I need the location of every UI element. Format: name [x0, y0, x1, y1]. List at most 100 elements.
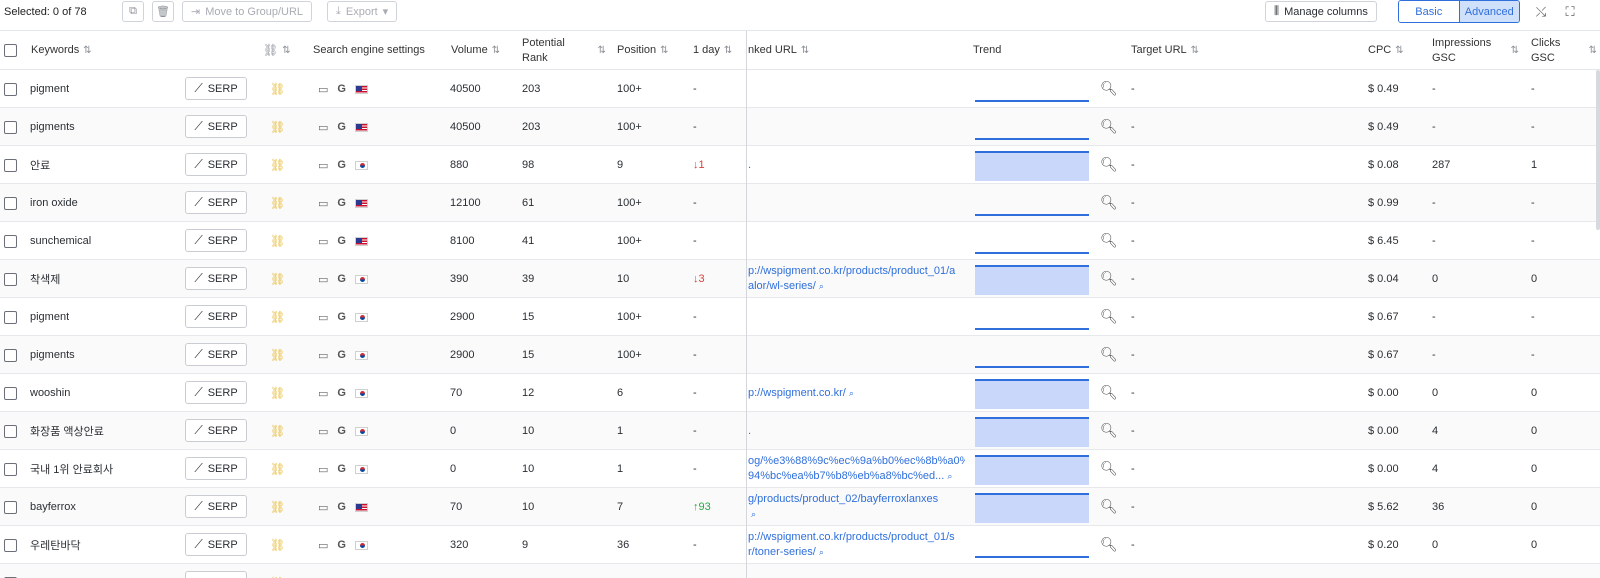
- zoom-icon[interactable]: 🔍︎: [1100, 232, 1118, 249]
- serp-button[interactable]: ⟋ SERP: [185, 457, 247, 480]
- trend-sparkline: [975, 417, 1089, 447]
- zoom-icon[interactable]: 🔍︎: [1100, 80, 1118, 97]
- link-icon[interactable]: ⛓: [270, 500, 285, 514]
- link-icon[interactable]: ⛓: [270, 272, 285, 286]
- row-checkbox[interactable]: [4, 196, 17, 210]
- serp-button[interactable]: ⟋ SERP: [185, 153, 247, 176]
- move-to-group-button[interactable]: ⇥ Move to Group/URL: [182, 1, 313, 22]
- column-impressions[interactable]: Impressions GSC ⇅: [1432, 31, 1519, 70]
- serp-button[interactable]: ⟋ SERP: [185, 267, 247, 290]
- zoom-icon[interactable]: 🔍︎: [1100, 270, 1118, 287]
- cpc-value: $ 0.99: [1368, 197, 1399, 209]
- position-value: 100+: [617, 235, 642, 247]
- serp-button[interactable]: ⟋ SERP: [185, 381, 247, 404]
- fullscreen-icon[interactable]: ⛶: [1561, 3, 1579, 21]
- ranked-url[interactable]: p://wspigment.co.kr/⌕: [748, 374, 965, 412]
- row-checkbox[interactable]: [4, 500, 17, 514]
- trend-up-icon: ⟋: [194, 233, 203, 247]
- column-position[interactable]: Position ⇅: [617, 31, 669, 70]
- ranked-url[interactable]: g/products/product_02/bayferroxlanxes ⌕: [748, 488, 965, 526]
- impressions-value: 0: [1432, 273, 1439, 285]
- serp-button[interactable]: ⟋ SERP: [185, 571, 247, 578]
- ranked-url[interactable]: [748, 70, 965, 108]
- link-icon[interactable]: ⛓: [270, 462, 285, 476]
- column-keywords[interactable]: Keywords ⇅: [31, 31, 92, 70]
- column-volume[interactable]: Volume ⇅: [451, 31, 500, 70]
- row-checkbox[interactable]: [4, 272, 17, 286]
- ranked-url[interactable]: [748, 184, 965, 222]
- zoom-icon[interactable]: 🔍︎: [1100, 536, 1118, 553]
- serp-button[interactable]: ⟋ SERP: [185, 229, 247, 252]
- link-icon[interactable]: ⛓: [270, 348, 285, 362]
- ranked-url[interactable]: [748, 108, 965, 146]
- row-checkbox[interactable]: [4, 462, 17, 476]
- column-one-day[interactable]: 1 day ⇅: [693, 31, 732, 70]
- zoom-icon[interactable]: 🔍︎: [1100, 460, 1118, 477]
- table-row: wooshin ⟋ SERP ⛓ ▭ G 70 12 6 - p://wspig…: [0, 374, 1600, 412]
- column-clicks[interactable]: Clicks GSC ⇅: [1531, 31, 1597, 70]
- column-potential-rank[interactable]: Potential Rank ⇅: [522, 31, 606, 70]
- serp-button[interactable]: ⟋ SERP: [185, 495, 247, 518]
- ranked-url[interactable]: .: [748, 412, 965, 450]
- zoom-icon[interactable]: 🔍︎: [1100, 156, 1118, 173]
- column-target-url[interactable]: Target URL ⇅: [1131, 31, 1199, 70]
- link-icon[interactable]: ⛓: [270, 538, 285, 552]
- ranked-url[interactable]: p://wspigment.co.kr/products/product_01/…: [748, 526, 965, 564]
- advanced-mode-button[interactable]: Advanced: [1459, 1, 1519, 22]
- export-button[interactable]: ⤓ Export ▾: [327, 1, 398, 22]
- search-icon[interactable]: ⌕: [751, 509, 756, 519]
- link-icon[interactable]: ⛓: [270, 424, 285, 438]
- ranked-url[interactable]: [748, 336, 965, 374]
- vertical-scrollbar[interactable]: [1596, 70, 1600, 230]
- serp-button[interactable]: ⟋ SERP: [185, 533, 247, 556]
- search-icon[interactable]: ⌕: [819, 281, 824, 291]
- search-icon[interactable]: ⌕: [819, 547, 824, 557]
- link-icon[interactable]: ⛓: [270, 158, 285, 172]
- search-icon[interactable]: ⌕: [947, 471, 952, 481]
- row-checkbox[interactable]: [4, 538, 17, 552]
- zoom-icon[interactable]: 🔍︎: [1100, 498, 1118, 515]
- select-all-checkbox[interactable]: [4, 44, 17, 57]
- ranked-url[interactable]: p://wspigment.co.kr/products/product_01/…: [748, 260, 965, 298]
- ranked-url[interactable]: [748, 298, 965, 336]
- link-icon[interactable]: ⛓: [270, 310, 285, 324]
- row-checkbox[interactable]: [4, 234, 17, 248]
- link-icon[interactable]: ⛓: [270, 234, 285, 248]
- basic-mode-button[interactable]: Basic: [1399, 1, 1460, 22]
- row-checkbox[interactable]: [4, 82, 17, 96]
- row-checkbox[interactable]: [4, 158, 17, 172]
- zoom-icon[interactable]: 🔍︎: [1100, 346, 1118, 363]
- serp-button[interactable]: ⟋ SERP: [185, 191, 247, 214]
- serp-button[interactable]: ⟋ SERP: [185, 305, 247, 328]
- row-checkbox[interactable]: [4, 348, 17, 362]
- row-checkbox[interactable]: [4, 120, 17, 134]
- column-link[interactable]: ⛓ ⇅: [263, 31, 291, 70]
- serp-button[interactable]: ⟋ SERP: [185, 419, 247, 442]
- zoom-icon[interactable]: 🔍︎: [1100, 384, 1118, 401]
- row-checkbox[interactable]: [4, 386, 17, 400]
- ranked-url[interactable]: [748, 222, 965, 260]
- manage-columns-button[interactable]: ⫼ Manage columns: [1265, 1, 1377, 22]
- zoom-icon[interactable]: 🔍︎: [1100, 194, 1118, 211]
- link-icon[interactable]: ⛓: [270, 82, 285, 96]
- row-checkbox[interactable]: [4, 424, 17, 438]
- duplicate-button[interactable]: ⧉: [122, 1, 144, 22]
- chart-icon[interactable]: ⤯: [1532, 3, 1550, 21]
- zoom-icon[interactable]: 🔍︎: [1100, 308, 1118, 325]
- delete-button[interactable]: 🗑: [152, 1, 174, 22]
- row-checkbox[interactable]: [4, 310, 17, 324]
- zoom-icon[interactable]: 🔍︎: [1100, 118, 1118, 135]
- ranked-url[interactable]: .: [748, 146, 965, 184]
- link-icon[interactable]: ⛓: [270, 196, 285, 210]
- zoom-icon[interactable]: 🔍︎: [1100, 422, 1118, 439]
- link-icon[interactable]: ⛓: [270, 120, 285, 134]
- ranked-url[interactable]: p://wspigment.co.kr/products/product_01/…: [748, 564, 965, 578]
- search-icon[interactable]: ⌕: [849, 388, 854, 398]
- column-ranked-url[interactable]: nked URL ⇅: [748, 31, 809, 70]
- serp-button[interactable]: ⟋ SERP: [185, 115, 247, 138]
- ranked-url[interactable]: og/%e3%88%9c%ec%9a%b0%ec%8b%a0% 94%bc%ea…: [748, 450, 965, 488]
- link-icon[interactable]: ⛓: [270, 386, 285, 400]
- serp-button[interactable]: ⟋ SERP: [185, 77, 247, 100]
- serp-button[interactable]: ⟋ SERP: [185, 343, 247, 366]
- column-cpc[interactable]: CPC ⇅: [1368, 31, 1404, 70]
